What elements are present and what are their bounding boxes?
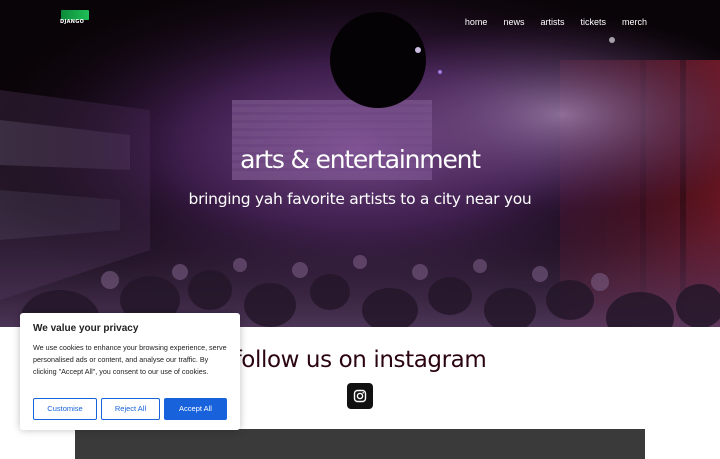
- nav-link-artists[interactable]: artists: [540, 16, 564, 28]
- logo-text: DJANGO: [60, 19, 85, 25]
- instagram-feed-panel: [75, 429, 645, 459]
- accept-all-button[interactable]: Accept All: [164, 398, 227, 420]
- nav-link-tickets[interactable]: tickets: [580, 16, 606, 28]
- nav-menu: home news artists tickets merch: [465, 16, 647, 28]
- hero-section: DJANGO home news artists tickets merch a…: [0, 0, 720, 327]
- instagram-link-button[interactable]: [347, 383, 373, 409]
- cookie-description: We use cookies to enhance your browsing …: [33, 343, 227, 376]
- cookie-title: We value your privacy: [33, 323, 139, 334]
- nav-link-home[interactable]: home: [465, 16, 488, 28]
- brand-logo[interactable]: DJANGO: [60, 10, 94, 28]
- hero-title: arts & entertainment: [240, 145, 481, 174]
- nav-link-news[interactable]: news: [503, 16, 524, 28]
- nav-link-merch[interactable]: merch: [622, 16, 647, 28]
- instagram-icon: [353, 389, 367, 403]
- reject-all-button[interactable]: Reject All: [101, 398, 160, 420]
- cookie-consent-banner: We value your privacy We use cookies to …: [20, 313, 240, 430]
- top-navigation: DJANGO home news artists tickets merch: [0, 0, 720, 44]
- customise-button[interactable]: Customise: [33, 398, 97, 420]
- hero-subtitle: bringing yah favorite artists to a city …: [188, 190, 532, 208]
